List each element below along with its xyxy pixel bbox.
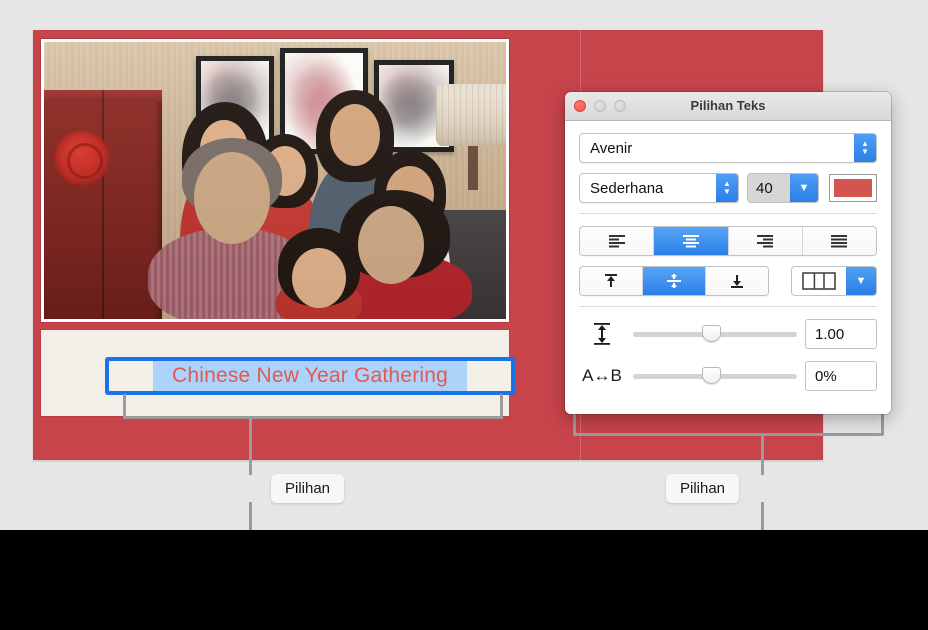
columns-icon-wrap [792,267,846,295]
columns-button[interactable]: ▼ [791,266,877,296]
align-right-icon [757,235,774,248]
columns-icon [802,272,836,290]
right-callout-bracket [573,411,884,436]
font-size-value: 40 [748,174,790,202]
align-center-button[interactable] [654,227,729,255]
line-spacing-icon-wrap [579,322,625,346]
align-top-icon [605,274,617,287]
font-family-combo[interactable]: Avenir ▲ ▼ [579,133,877,163]
right-callout-text: Pilihan [680,480,726,497]
caption-text: Chinese New Year Gathering [171,364,449,387]
right-callout-label: Pilihan [666,474,740,503]
align-left-icon [608,235,625,248]
photo-lamp-shade [436,84,506,146]
right-callout-stem [761,433,764,475]
font-family-row: Avenir ▲ ▼ [579,133,877,163]
vertical-alignment-row: ▼ [579,266,877,296]
align-top-button[interactable] [580,267,643,295]
alignment-segment-left-group [579,226,877,256]
align-right-button[interactable] [728,227,803,255]
character-spacing-row: A↔B 0% [579,361,877,391]
panel-titlebar[interactable]: Pilihan Teks [565,92,891,121]
font-style-combo[interactable]: Sederhana ▲ ▼ [579,173,739,203]
horizontal-alignment-row [579,226,877,256]
character-spacing-slider[interactable] [633,366,797,384]
panel-body: Avenir ▲ ▼ Sederhana ▲ ▼ 40 ▼ ▼ 1.00 A↔B… [565,121,891,414]
text-options-panel[interactable]: Pilihan Teks Avenir ▲ ▼ Sederhana ▲ ▼ 40… [565,92,891,414]
left-callout-stem [249,416,252,475]
text-color-swatch [834,179,872,197]
align-bottom-icon [731,275,743,288]
photo-papercut-medallion [54,130,110,186]
cabinet-seam [102,90,104,319]
font-size-dropdown[interactable]: ▼ [790,174,818,202]
align-justify-icon [831,235,848,248]
photo-lamp-neck [468,146,478,190]
panel-divider [579,213,877,214]
character-spacing-knob[interactable] [702,366,722,384]
face [194,152,270,244]
face [292,248,346,308]
align-justify-button[interactable] [802,227,876,255]
left-callout-bracket [123,394,503,419]
align-bottom-button[interactable] [706,267,768,295]
line-spacing-value[interactable]: 1.00 [805,319,877,349]
slide-photo[interactable] [41,39,509,322]
character-spacing-icon: A↔B [582,366,622,385]
face [330,104,380,166]
columns-dropdown[interactable]: ▼ [846,267,876,295]
line-spacing-slider[interactable] [633,324,797,342]
line-spacing-knob[interactable] [702,324,722,342]
align-center-icon [682,235,699,248]
font-family-stepper[interactable]: ▲ ▼ [854,134,876,162]
panel-title: Pilihan Teks [690,98,766,113]
chevron-down-icon: ▼ [723,187,731,196]
align-middle-button[interactable] [643,267,706,295]
character-spacing-value[interactable]: 0% [805,361,877,391]
screenshot-stage: Chinese New Year Gathering Pilihan Pilih… [0,0,928,630]
chevron-down-icon: ▼ [855,275,867,287]
line-spacing-row: 1.00 [579,319,877,349]
bottom-black-band [0,530,928,630]
line-spacing-icon [594,323,610,345]
vertical-alignment-group [579,266,769,296]
font-size-field[interactable]: 40 ▼ [747,173,819,203]
text-color-swatch-button[interactable] [829,174,877,202]
caption-textbox[interactable]: Chinese New Year Gathering [105,357,515,395]
font-style-stepper[interactable]: ▲ ▼ [716,174,738,202]
family-photo-image [44,42,506,319]
face [358,206,424,284]
left-callout-label: Pilihan [271,474,345,503]
panel-divider-2 [579,306,877,307]
character-spacing-icon-wrap: A↔B [579,366,625,386]
chevron-down-icon: ▼ [798,182,810,194]
chevron-down-icon: ▼ [861,147,869,156]
align-middle-icon [667,274,681,288]
photo-red-cabinet [44,90,162,319]
font-family-value: Avenir [590,139,633,157]
font-style-value: Sederhana [590,179,664,197]
align-left-button[interactable] [580,227,655,255]
font-style-row: Sederhana ▲ ▼ 40 ▼ [579,173,877,203]
left-callout-text: Pilihan [285,480,331,497]
